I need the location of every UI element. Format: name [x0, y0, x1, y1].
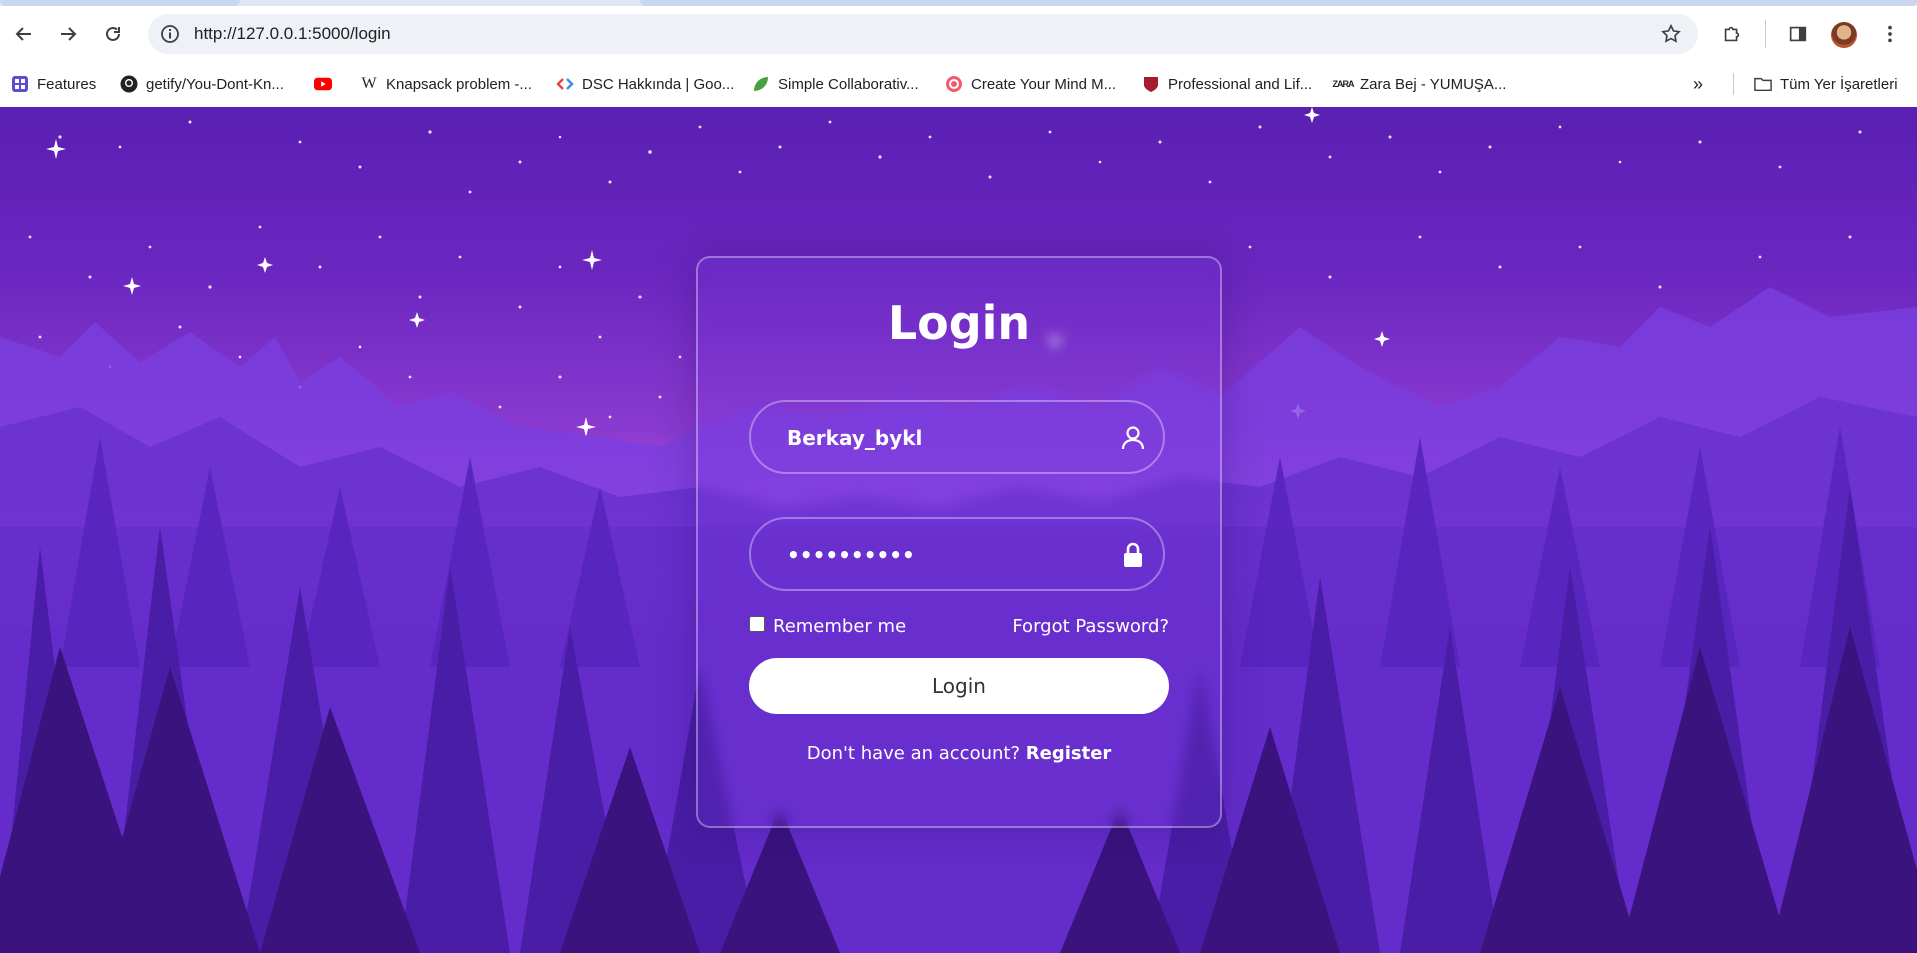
- password-input[interactable]: [785, 519, 1109, 591]
- bookmark-label: Professional and Lif...: [1168, 75, 1313, 93]
- github-icon: [120, 75, 138, 93]
- overleaf-icon: [752, 75, 770, 93]
- extensions-button[interactable]: [1718, 20, 1746, 48]
- bookmark-star-icon[interactable]: [1660, 23, 1682, 45]
- page-title: Login: [887, 296, 1031, 350]
- bookmark-label: DSC Hakkında | Goo...: [582, 75, 735, 93]
- side-panel-button[interactable]: [1784, 20, 1812, 48]
- toolbar-divider: [1765, 20, 1766, 48]
- address-bar[interactable]: http://127.0.0.1:5000/login: [148, 14, 1698, 54]
- bookmarks-overflow-button[interactable]: »: [1693, 71, 1703, 97]
- bookmark-item[interactable]: Create Your Mind M...: [945, 71, 1116, 97]
- username-field[interactable]: [749, 400, 1165, 474]
- lock-icon: [1124, 542, 1142, 567]
- harvard-icon: [1142, 75, 1160, 93]
- puzzle-icon: [1724, 26, 1740, 42]
- forgot-password-link[interactable]: Forgot Password?: [1012, 616, 1169, 637]
- login-page: Login Remember me Forgot Password? Login…: [0, 107, 1917, 953]
- bookmark-item[interactable]: ZARA Zara Bej - YUMUŞA...: [1332, 71, 1507, 97]
- bookmark-item[interactable]: getify/You-Dont-Kn...: [120, 71, 284, 97]
- bookmark-item[interactable]: [314, 71, 332, 97]
- password-field[interactable]: [749, 517, 1165, 591]
- browser-toolbar: http://127.0.0.1:5000/login: [0, 6, 1917, 62]
- wikipedia-icon: W: [361, 75, 377, 92]
- zara-icon: ZARA: [1332, 79, 1355, 89]
- bookmark-label: getify/You-Dont-Kn...: [146, 75, 284, 93]
- bookmark-item[interactable]: W Knapsack problem -...: [360, 71, 532, 97]
- bookmark-label: Create Your Mind M...: [971, 75, 1117, 93]
- register-link[interactable]: Register: [1026, 743, 1112, 764]
- no-account-text: Don't have an account?: [806, 743, 1021, 764]
- username-input[interactable]: [785, 402, 1109, 474]
- remember-me-checkbox[interactable]: [749, 615, 765, 632]
- bookmark-item[interactable]: Features: [11, 71, 96, 97]
- url-text[interactable]: http://127.0.0.1:5000/login: [194, 14, 391, 54]
- dsc-icon: [556, 75, 574, 93]
- bookmark-label: Zara Bej - YUMUŞA...: [1360, 75, 1507, 93]
- grid-icon: [11, 75, 29, 93]
- bookmark-label: Knapsack problem -...: [386, 75, 532, 93]
- site-info-icon[interactable]: [158, 22, 182, 46]
- chevron-double-right-icon: »: [1693, 73, 1704, 94]
- login-button[interactable]: Login: [749, 658, 1169, 714]
- all-bookmarks-label: Tüm Yer İşaretleri: [1780, 75, 1898, 93]
- register-prompt: Don't have an account? Register: [698, 743, 1220, 764]
- reload-button[interactable]: [97, 18, 129, 50]
- mindmap-icon: [945, 75, 963, 93]
- side-panel-icon: [1789, 26, 1807, 42]
- login-form-card: Login Remember me Forgot Password? Login…: [696, 256, 1222, 828]
- bookmark-label: Features: [37, 75, 97, 93]
- arrow-right-icon: [61, 27, 77, 41]
- back-button[interactable]: [8, 18, 40, 50]
- forward-button[interactable]: [52, 18, 84, 50]
- youtube-icon: [314, 75, 332, 93]
- reload-icon: [106, 26, 120, 41]
- bookmark-item[interactable]: DSC Hakkında | Goo...: [556, 71, 734, 97]
- arrow-left-icon: [15, 27, 31, 41]
- bookmark-item[interactable]: Professional and Lif...: [1142, 71, 1312, 97]
- remember-me-label: Remember me: [773, 616, 907, 637]
- bookmark-label: Simple Collaborativ...: [778, 75, 919, 93]
- folder-icon: [1754, 75, 1772, 93]
- more-vert-icon: [1888, 25, 1892, 43]
- remember-me[interactable]: Remember me: [749, 615, 907, 637]
- menu-button[interactable]: [1876, 20, 1904, 48]
- bookmarks-divider: [1733, 73, 1734, 95]
- bookmarks-bar: Features getify/You-Dont-Kn... W Knapsac…: [0, 62, 1917, 108]
- all-bookmarks-button[interactable]: Tüm Yer İşaretleri: [1754, 71, 1898, 97]
- profile-avatar[interactable]: [1831, 22, 1857, 48]
- user-icon: [1121, 426, 1145, 450]
- bookmark-item[interactable]: Simple Collaborativ...: [752, 71, 919, 97]
